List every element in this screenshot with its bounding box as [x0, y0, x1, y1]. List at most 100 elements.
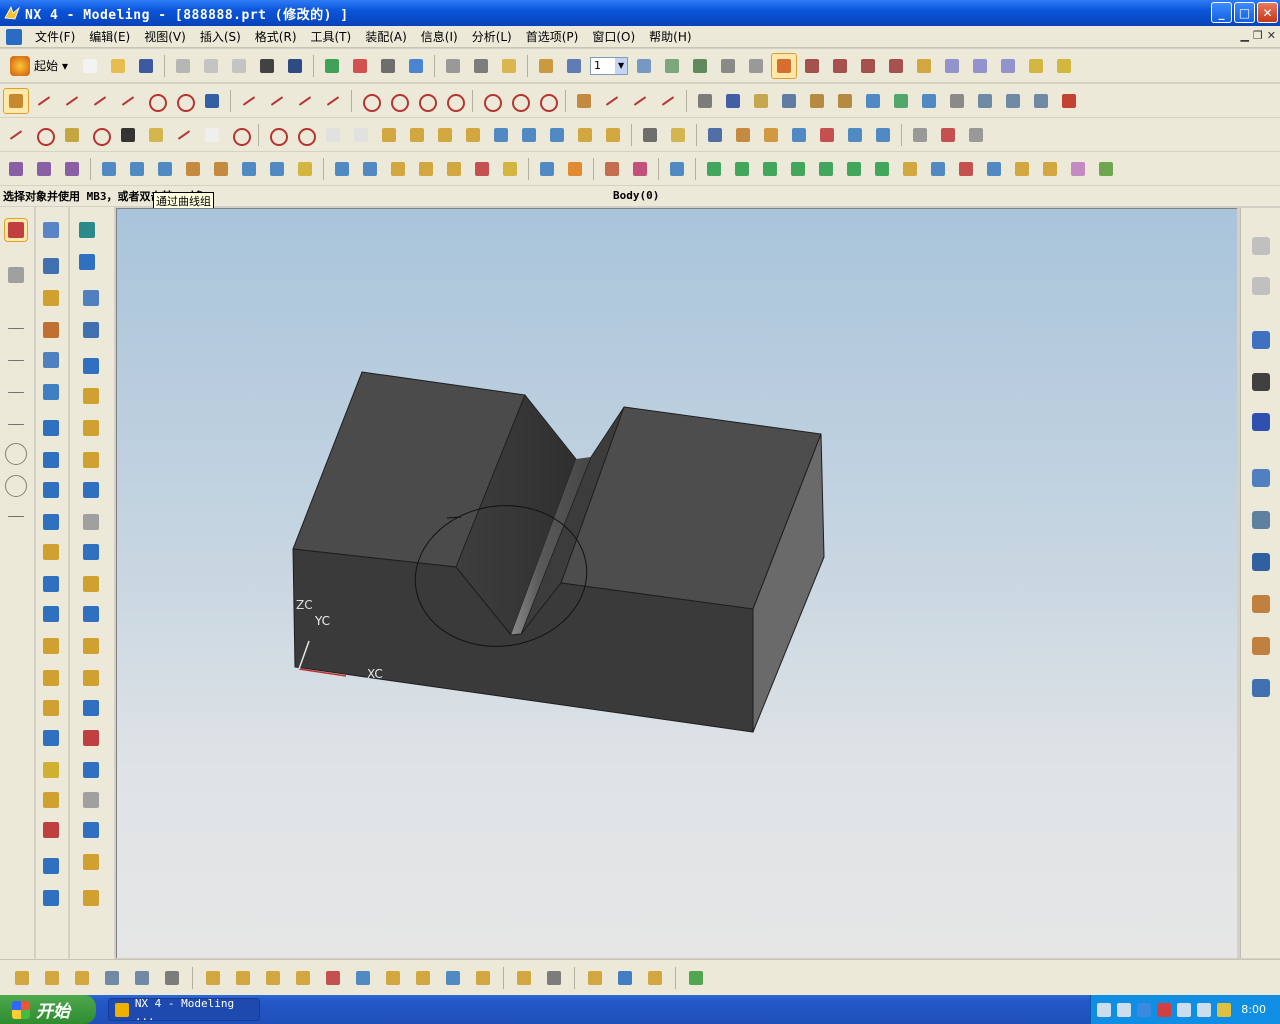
part-6-icon[interactable]: [1029, 89, 1053, 113]
start-button[interactable]: 起始 ▾: [4, 53, 74, 79]
line-tool-2-icon[interactable]: [5, 349, 27, 371]
circle-tool-2-icon[interactable]: [5, 475, 27, 497]
edit-param-icon[interactable]: [80, 385, 102, 407]
part-navigator-icon[interactable]: [40, 219, 62, 241]
feature-point-3-icon[interactable]: [60, 157, 84, 181]
select-face-icon[interactable]: [968, 54, 992, 78]
rectangle-icon[interactable]: [200, 123, 224, 147]
link-icon[interactable]: [643, 966, 667, 990]
part-2-icon[interactable]: [917, 89, 941, 113]
thicken-icon[interactable]: [442, 157, 466, 181]
edit-object-icon[interactable]: [534, 54, 558, 78]
wcs-rotate-icon[interactable]: [828, 54, 852, 78]
analysis-icon[interactable]: [572, 89, 596, 113]
through-mesh-icon[interactable]: [153, 157, 177, 181]
sweep-icon[interactable]: [759, 123, 783, 147]
ellipse-icon[interactable]: [265, 123, 289, 147]
shape-1-icon[interactable]: [702, 157, 726, 181]
intersect-curve-icon[interactable]: [405, 123, 429, 147]
system-materials-icon[interactable]: [1249, 676, 1273, 700]
move-handle-icon[interactable]: [5, 264, 27, 286]
replace-component-icon[interactable]: [381, 966, 405, 990]
wave-geometry-icon[interactable]: [583, 966, 607, 990]
unite-icon[interactable]: [40, 887, 62, 909]
arc-3pt-icon[interactable]: [507, 89, 531, 113]
circle-center-icon[interactable]: [358, 89, 382, 113]
roles-icon[interactable]: [1057, 89, 1081, 113]
sketch-arc-icon[interactable]: [32, 123, 56, 147]
select-icon[interactable]: [4, 218, 28, 242]
section-surface-icon[interactable]: [209, 157, 233, 181]
section-curve-icon[interactable]: [433, 123, 457, 147]
bridge-surface-icon[interactable]: [237, 157, 261, 181]
select-body-icon[interactable]: [1024, 54, 1048, 78]
clock[interactable]: 8:00: [1241, 1003, 1266, 1016]
ref-set-icon[interactable]: [512, 966, 536, 990]
split-body-icon[interactable]: [40, 855, 62, 877]
part-5-icon[interactable]: [1001, 89, 1025, 113]
menu-view[interactable]: 视图(V): [137, 28, 193, 45]
roles-tab-icon[interactable]: [1249, 592, 1273, 616]
menu-preferences[interactable]: 首选项(P): [519, 28, 586, 45]
menu-tools[interactable]: 工具(T): [304, 28, 359, 45]
wrap-curve-icon[interactable]: [489, 123, 513, 147]
datum-csys-icon[interactable]: [40, 319, 62, 341]
part-3-icon[interactable]: [945, 89, 969, 113]
text-icon[interactable]: [116, 123, 140, 147]
wcs-axis-icon[interactable]: [884, 54, 908, 78]
network-icon[interactable]: [1177, 1002, 1191, 1017]
trim-sheet-icon[interactable]: [358, 157, 382, 181]
shape-7-icon[interactable]: [870, 157, 894, 181]
new-file-icon[interactable]: [78, 54, 102, 78]
extract-curve-icon[interactable]: [461, 123, 485, 147]
edit-surface-icon[interactable]: [563, 157, 587, 181]
surface-15-icon[interactable]: [1094, 157, 1118, 181]
trim-body-icon[interactable]: [40, 819, 62, 841]
measure-distance-icon[interactable]: [638, 123, 662, 147]
menu-information[interactable]: 信息(I): [414, 28, 465, 45]
book-icon[interactable]: [80, 541, 102, 563]
tray-app-2-icon[interactable]: [1217, 1002, 1231, 1017]
datum-axis-icon[interactable]: [40, 287, 62, 309]
history-icon[interactable]: [1249, 466, 1273, 490]
circle-3pt-icon[interactable]: [386, 89, 410, 113]
tree-2-icon[interactable]: [833, 89, 857, 113]
snap-point-icon[interactable]: [3, 87, 29, 114]
face-blend-icon[interactable]: [470, 157, 494, 181]
assembly-icon[interactable]: [693, 89, 717, 113]
refresh-icon[interactable]: [320, 54, 344, 78]
reposition-icon[interactable]: [291, 966, 315, 990]
playback-icon[interactable]: [80, 789, 102, 811]
assembly-2-icon[interactable]: [40, 966, 64, 990]
fillet-curve-icon[interactable]: [237, 89, 261, 113]
help-icon[interactable]: [1249, 410, 1273, 434]
cylinder-icon[interactable]: [40, 381, 62, 403]
shaded-view-icon[interactable]: [404, 54, 428, 78]
menu-analysis[interactable]: 分析(L): [465, 28, 519, 45]
datum-plane-icon[interactable]: [40, 255, 62, 277]
slot-icon[interactable]: [40, 573, 62, 595]
save-icon[interactable]: [134, 54, 158, 78]
reorder-icon[interactable]: [80, 479, 102, 501]
grid-icon[interactable]: [562, 54, 586, 78]
sketch-conic-icon[interactable]: [88, 123, 112, 147]
general-conic-icon[interactable]: [321, 123, 345, 147]
maximize-button[interactable]: □: [1234, 2, 1255, 23]
pocket-icon[interactable]: [871, 123, 895, 147]
ruled-surface-icon[interactable]: [97, 157, 121, 181]
table-icon[interactable]: [469, 54, 493, 78]
unsuppress-icon[interactable]: [80, 603, 102, 625]
trim-curve-icon[interactable]: [293, 89, 317, 113]
sketch-fillet-icon[interactable]: [172, 123, 196, 147]
sketch-line-icon[interactable]: [4, 123, 28, 147]
solid-body-icon[interactable]: [76, 251, 98, 273]
explode-icon[interactable]: [411, 966, 435, 990]
component-icon[interactable]: [777, 89, 801, 113]
mdi-minimize-icon[interactable]: ▁: [1240, 29, 1248, 42]
minimize-button[interactable]: _: [1211, 2, 1232, 23]
extension-icon[interactable]: [293, 157, 317, 181]
display-icon[interactable]: [613, 966, 637, 990]
web-browser-icon[interactable]: [1249, 328, 1273, 352]
global-shaping-icon[interactable]: [498, 157, 522, 181]
app-menu-icon[interactable]: [6, 28, 22, 45]
